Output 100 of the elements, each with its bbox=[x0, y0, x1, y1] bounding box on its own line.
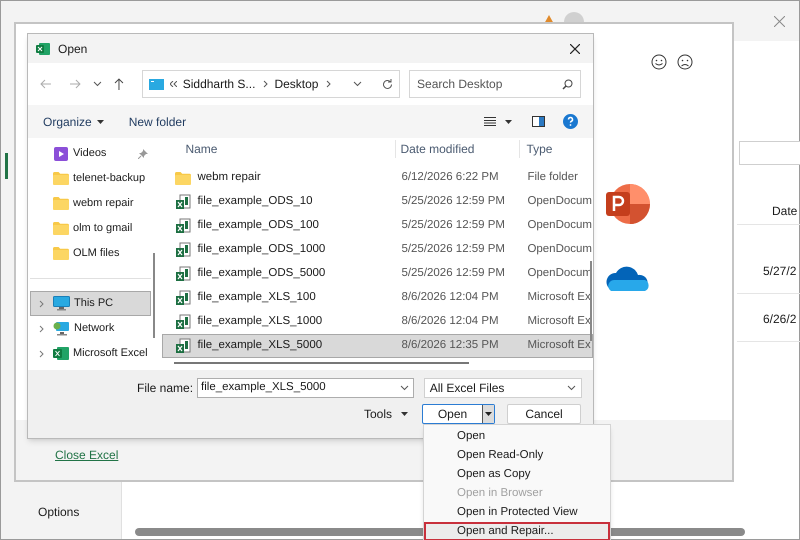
chevron-right-icon[interactable] bbox=[38, 324, 44, 332]
smile-icon[interactable] bbox=[651, 54, 667, 70]
file-row[interactable]: webm repair 6/12/2026 6:22 PM File folder bbox=[162, 166, 593, 190]
nav-item[interactable]: OLM files bbox=[30, 241, 151, 266]
menu-item[interactable]: Open as Copy bbox=[424, 465, 610, 484]
file-row[interactable]: file_example_ODS_100 5/25/2026 12:59 PM OpenDocum bbox=[162, 214, 593, 238]
spreadsheet-file-icon bbox=[175, 242, 192, 258]
history-dropdown-icon bbox=[353, 81, 362, 87]
date-cell-text: 6/26/2 bbox=[763, 311, 796, 328]
nav-label: Videos bbox=[73, 146, 108, 162]
scrollbar-thumb[interactable] bbox=[153, 253, 155, 338]
file-name: file_example_ODS_1000 bbox=[197, 242, 326, 258]
spreadsheet-app-icon bbox=[36, 42, 50, 56]
date-cell-text: 5/25/2026 12:59 PM bbox=[400, 218, 506, 234]
file-type-select[interactable]: All Excel Files bbox=[424, 378, 582, 398]
nav-item[interactable]: Microsoft Excel bbox=[30, 341, 151, 366]
date-cell-text: 5/25/2026 12:59 PM bbox=[400, 266, 506, 282]
menu-item[interactable]: Open and Repair... bbox=[424, 522, 610, 540]
spreadsheet-file-icon bbox=[175, 218, 192, 234]
horizontal-scrollbar[interactable] bbox=[174, 362, 470, 364]
file-row[interactable]: file_example_ODS_5000 5/25/2026 12:59 PM OpenDocum bbox=[162, 262, 593, 286]
type-cell-text: File folder bbox=[526, 170, 578, 186]
cancel-button[interactable]: Cancel bbox=[507, 404, 582, 424]
column-header[interactable]: Date modified bbox=[395, 140, 520, 158]
breadcrumb-item[interactable]: Siddharth S... bbox=[182, 75, 256, 93]
file-name: file_example_ODS_10 bbox=[197, 194, 313, 210]
date-cell-text: 5/25/2026 12:59 PM bbox=[400, 194, 506, 210]
menu-item[interactable]: Open Read-Only bbox=[424, 446, 610, 465]
nav-label: telenet-backup bbox=[73, 171, 146, 186]
caret-icon bbox=[401, 412, 408, 416]
selection-indicator bbox=[5, 153, 8, 179]
column-header[interactable]: Type bbox=[519, 140, 552, 158]
chevron-right-icon[interactable] bbox=[38, 350, 44, 358]
search-input[interactable]: Search Desktop bbox=[417, 75, 562, 93]
options-label[interactable]: Options bbox=[38, 503, 80, 521]
caret-icon bbox=[400, 385, 409, 391]
refresh-icon[interactable] bbox=[382, 78, 394, 90]
new-folder-button[interactable]: New folder bbox=[128, 112, 186, 130]
address-bar[interactable]: Siddharth S... Desktop bbox=[142, 70, 400, 98]
date-cell-text: 6/12/2026 6:22 PM bbox=[400, 170, 500, 186]
scrollbar-thumb[interactable] bbox=[590, 261, 592, 341]
spreadsheet-file-icon bbox=[175, 266, 192, 282]
file-name: file_example_ODS_5000 bbox=[197, 266, 326, 282]
recent-locations-icon bbox=[92, 81, 102, 87]
file-name-value: file_example_XLS_5000 bbox=[201, 380, 327, 396]
date-cell-text: 5/27/2 bbox=[763, 263, 796, 280]
file-name: file_example_XLS_100 bbox=[197, 290, 316, 306]
chevron-right-icon[interactable] bbox=[326, 80, 332, 88]
folder-icon bbox=[175, 172, 192, 184]
file-row[interactable]: file_example_XLS_1000 8/6/2026 12:04 PM Microsoft Ex bbox=[162, 310, 593, 334]
nav-item[interactable]: webm repair bbox=[30, 191, 151, 216]
breadcrumb-item[interactable]: Desktop bbox=[274, 75, 318, 93]
file-name-label: File name: bbox=[137, 380, 194, 397]
caret-icon bbox=[567, 385, 576, 391]
search-field[interactable]: Search Desktop bbox=[409, 70, 582, 98]
column-header[interactable]: Name bbox=[162, 140, 396, 158]
nav-item[interactable]: telenet-backup bbox=[30, 166, 151, 191]
type-cell-text: Microsoft Ex bbox=[526, 290, 591, 306]
file-name: file_example_XLS_5000 bbox=[197, 338, 322, 354]
close-icon[interactable] bbox=[570, 44, 580, 54]
file-row[interactable]: file_example_ODS_10 5/25/2026 12:59 PM OpenDocum bbox=[162, 190, 593, 214]
organize-button[interactable]: Organize bbox=[43, 112, 104, 130]
nav-item[interactable]: This PC bbox=[30, 291, 151, 316]
spreadsheet-file-icon bbox=[175, 290, 192, 306]
caret-icon[interactable] bbox=[485, 412, 492, 416]
search-icon[interactable] bbox=[562, 78, 574, 90]
file-row[interactable]: file_example_XLS_100 8/6/2026 12:04 PM Microsoft Ex bbox=[162, 286, 593, 310]
view-list-icon[interactable] bbox=[484, 117, 496, 126]
caret-icon bbox=[96, 120, 104, 124]
file-name-field[interactable]: file_example_XLS_5000 bbox=[197, 378, 414, 398]
tools-button[interactable]: Tools bbox=[364, 405, 408, 423]
help-icon[interactable] bbox=[563, 114, 578, 129]
menu-item[interactable]: Open in Protected View bbox=[424, 503, 610, 522]
spreadsheet-app-icon bbox=[53, 346, 69, 361]
date-cell-text: 8/6/2026 12:35 PM bbox=[400, 338, 500, 354]
date-cell-text: 8/6/2026 12:04 PM bbox=[400, 314, 500, 330]
nav-item[interactable]: Network bbox=[30, 316, 151, 341]
caret-icon[interactable] bbox=[505, 120, 512, 124]
nav-item[interactable]: olm to gmail bbox=[30, 216, 151, 241]
menu-item[interactable]: Open bbox=[424, 427, 610, 446]
nav-label: This PC bbox=[74, 296, 114, 312]
chevron-right-icon[interactable] bbox=[263, 80, 268, 88]
overflow-chevron-icon bbox=[170, 81, 177, 87]
frown-icon[interactable] bbox=[677, 54, 693, 70]
close-excel-link[interactable]: Close Excel bbox=[55, 446, 118, 464]
file-row[interactable]: file_example_XLS_5000 8/6/2026 12:35 PM Microsoft Ex bbox=[162, 334, 593, 358]
file-row[interactable]: file_example_ODS_1000 5/25/2026 12:59 PM OpenDocum bbox=[162, 238, 593, 262]
spreadsheet-file-icon bbox=[175, 338, 192, 354]
date-cell-text: 5/25/2026 12:59 PM bbox=[400, 242, 506, 258]
up-arrow-icon[interactable] bbox=[114, 78, 124, 90]
chevron-right-icon[interactable] bbox=[38, 300, 44, 308]
presentation-app-icon[interactable] bbox=[605, 183, 651, 225]
type-cell-text: OpenDocum bbox=[526, 218, 592, 234]
file-name: file_example_XLS_1000 bbox=[197, 314, 322, 330]
open-split-button[interactable]: Open bbox=[422, 404, 496, 424]
spreadsheet-file-icon bbox=[175, 194, 192, 210]
type-cell-text: OpenDocum bbox=[526, 242, 592, 258]
nav-item[interactable]: Videos bbox=[30, 141, 151, 166]
preview-pane-icon[interactable] bbox=[532, 116, 545, 127]
folder-icon bbox=[53, 172, 69, 185]
